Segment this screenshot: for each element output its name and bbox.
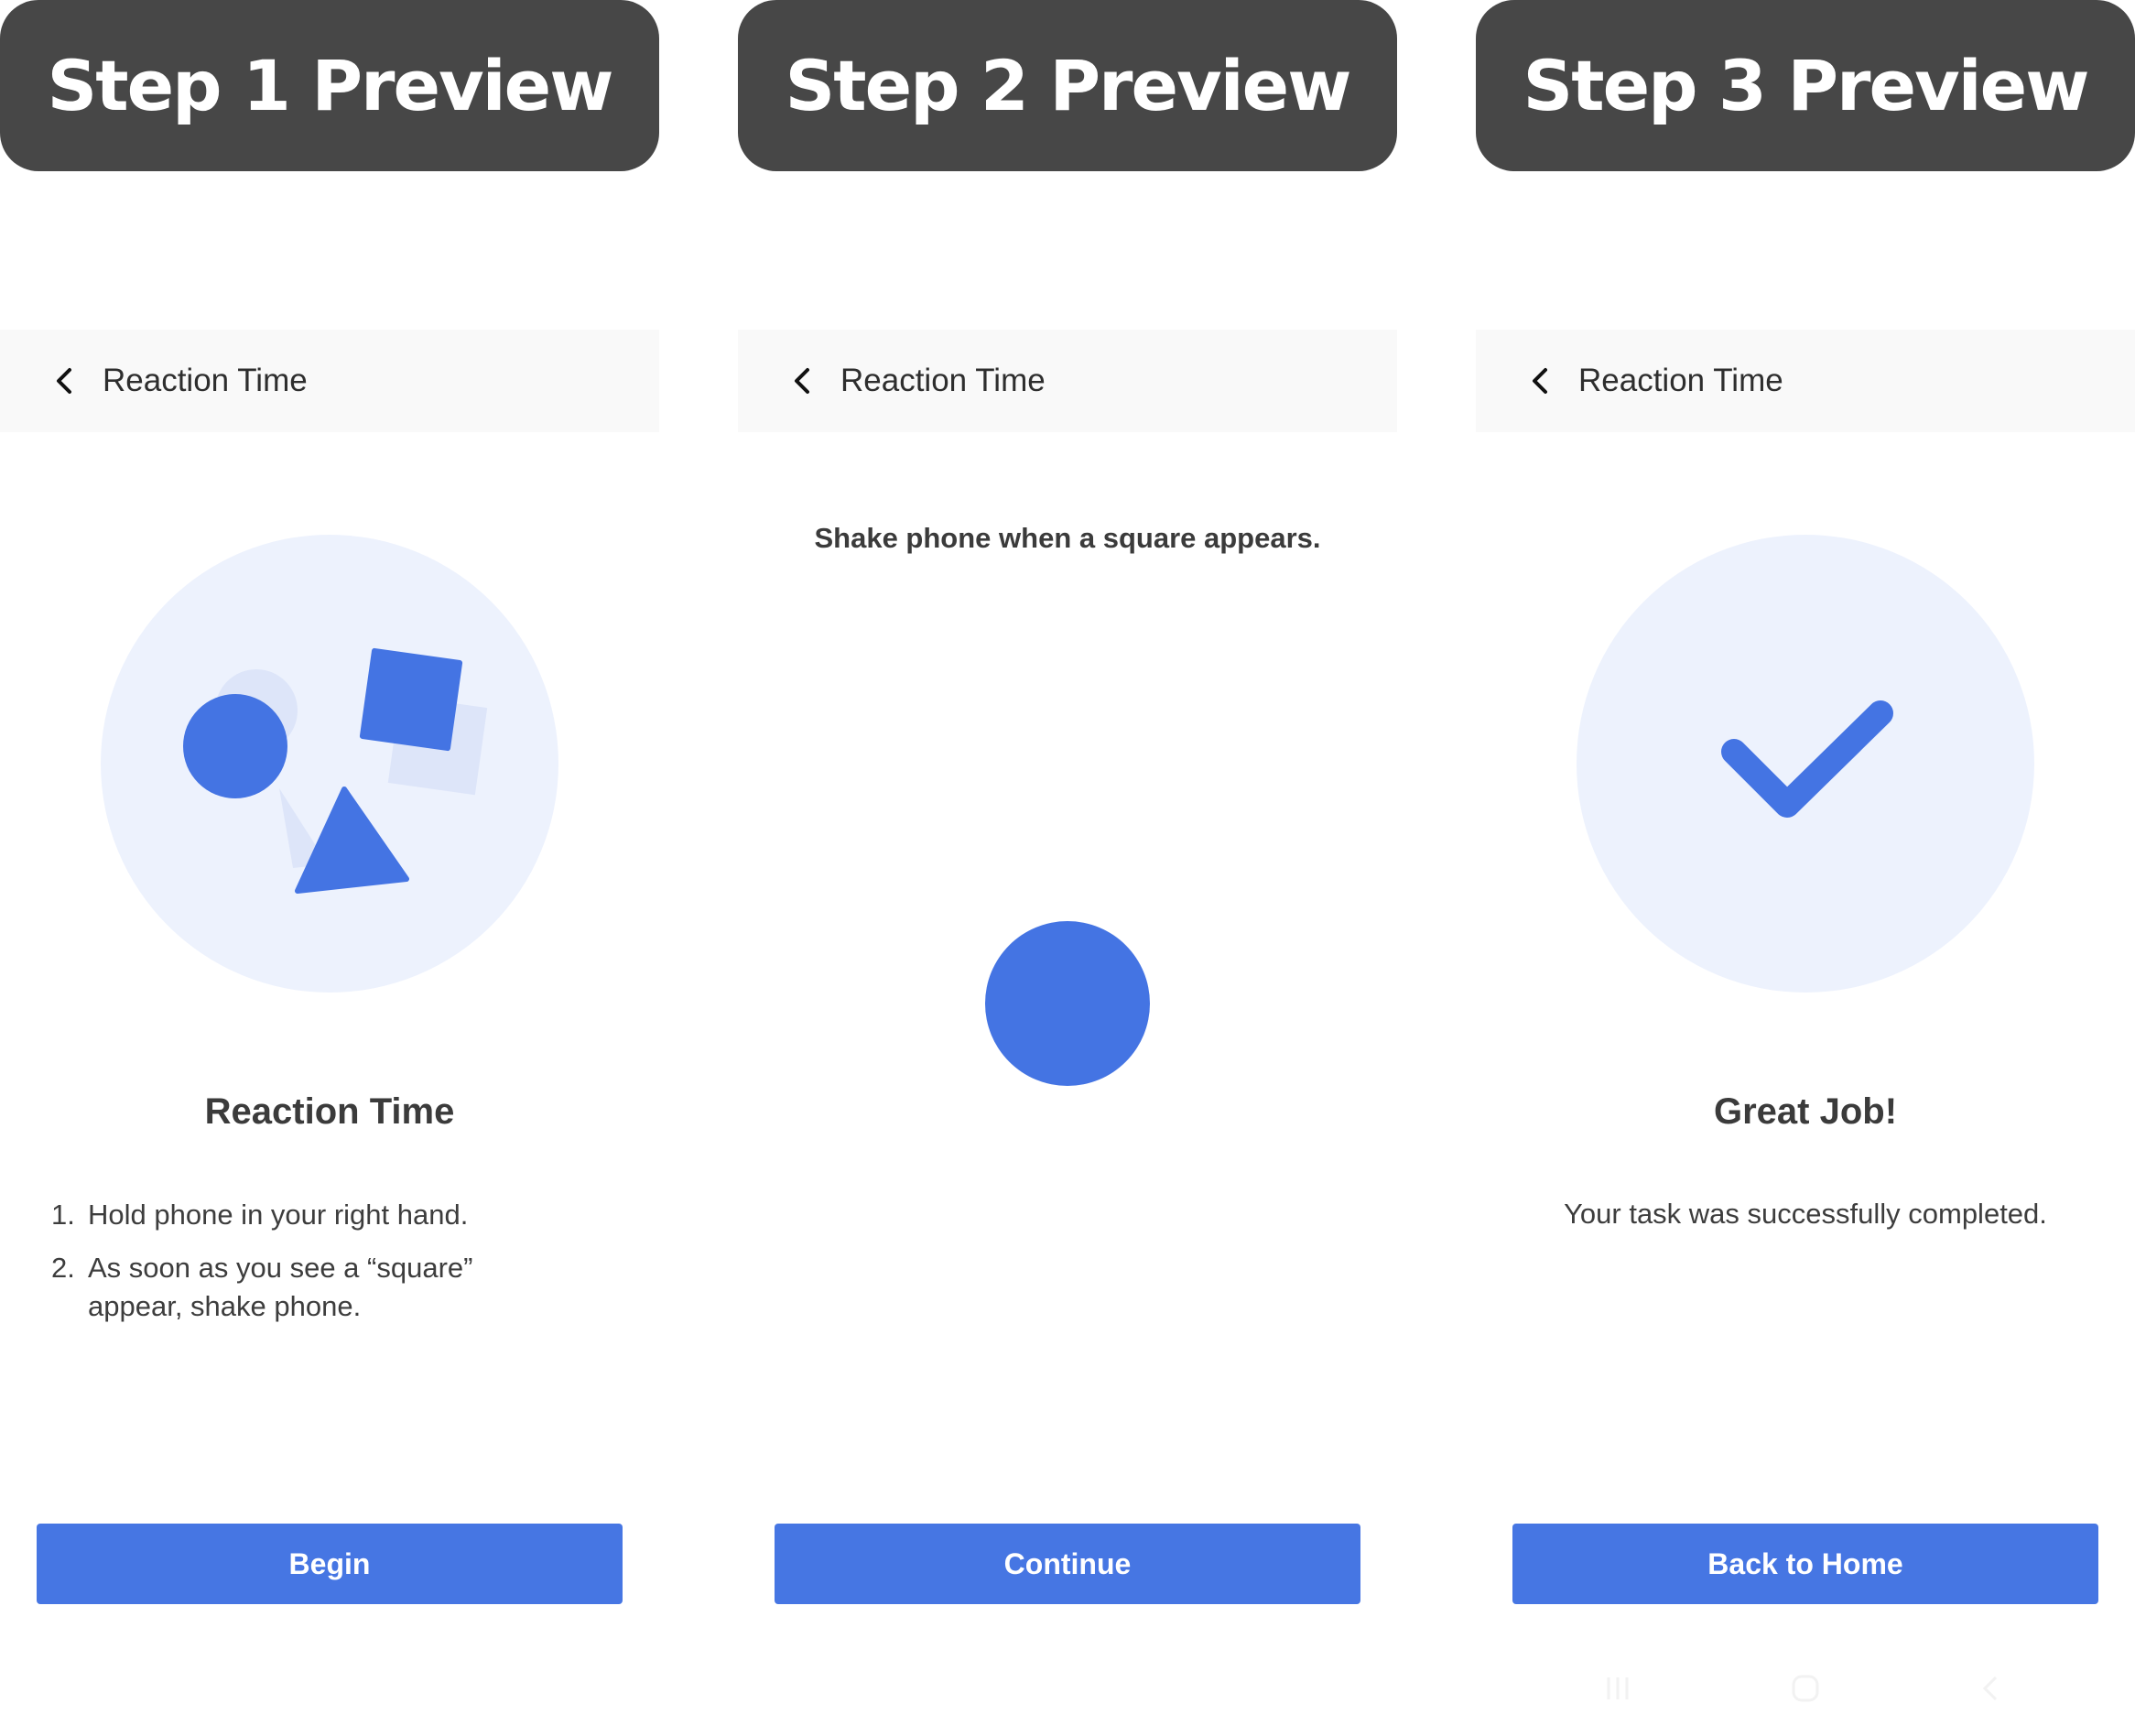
begin-button[interactable]: Begin [37,1524,623,1604]
chevron-left-icon[interactable] [1529,366,1551,396]
continue-button[interactable]: Continue [775,1524,1360,1604]
instruction-text: As soon as you see a “square” appear, sh… [88,1252,473,1322]
chevron-left-icon[interactable] [791,366,813,396]
instruction-number: 2. [51,1252,75,1284]
step-2-header: Step 2 Preview [738,0,1397,171]
app-bar-title: Reaction Time [103,363,308,398]
instruction-number: 1. [51,1199,75,1231]
system-nav-bar [1476,1672,2135,1709]
shapes-illustration [101,535,558,993]
step-1-panel: Step 1 Preview Reaction Time Reaction Ti… [0,0,659,1736]
square-shape [359,647,463,752]
app-bar-title: Reaction Time [840,363,1046,398]
success-illustration [1577,535,2034,993]
circle-shape [183,694,287,798]
home-icon[interactable] [1789,1672,1822,1705]
instruction-item: 1. Hold phone in your right hand. [48,1196,597,1234]
instructions-list: 1. Hold phone in your right hand. 2. As … [48,1196,597,1340]
task-prompt: Shake phone when a square appears. [814,522,1321,554]
success-message: Your task was successfully completed. [1564,1198,2047,1230]
step-2-panel: Step 2 Preview Reaction Time Shake phone… [738,0,1397,1736]
triangle-shape [295,787,409,894]
app-bar: Reaction Time [738,330,1397,432]
step-3-header-label: Step 3 Preview [1523,45,2090,126]
checkmark-icon [1721,700,1893,818]
task-title: Reaction Time [204,1091,455,1132]
instruction-text: Hold phone in your right hand. [88,1199,469,1231]
step-1-header-label: Step 1 Preview [47,45,614,126]
instruction-item: 2. As soon as you see a “square” appear,… [48,1249,527,1326]
back-to-home-button[interactable]: Back to Home [1512,1524,2098,1604]
back-icon[interactable] [1979,1672,2001,1705]
app-bar: Reaction Time [1476,330,2135,432]
success-title: Great Job! [1713,1091,1898,1132]
step-3-panel: Step 3 Preview Reaction Time Great Job! … [1476,0,2135,1736]
step-3-header: Step 3 Preview [1476,0,2135,171]
step-2-header-label: Step 2 Preview [785,45,1352,126]
app-bar: Reaction Time [0,330,659,432]
chevron-left-icon[interactable] [53,366,75,396]
app-bar-title: Reaction Time [1578,363,1783,398]
circle-shape [985,921,1150,1086]
recents-icon[interactable] [1604,1672,1631,1705]
step-1-header: Step 1 Preview [0,0,659,171]
